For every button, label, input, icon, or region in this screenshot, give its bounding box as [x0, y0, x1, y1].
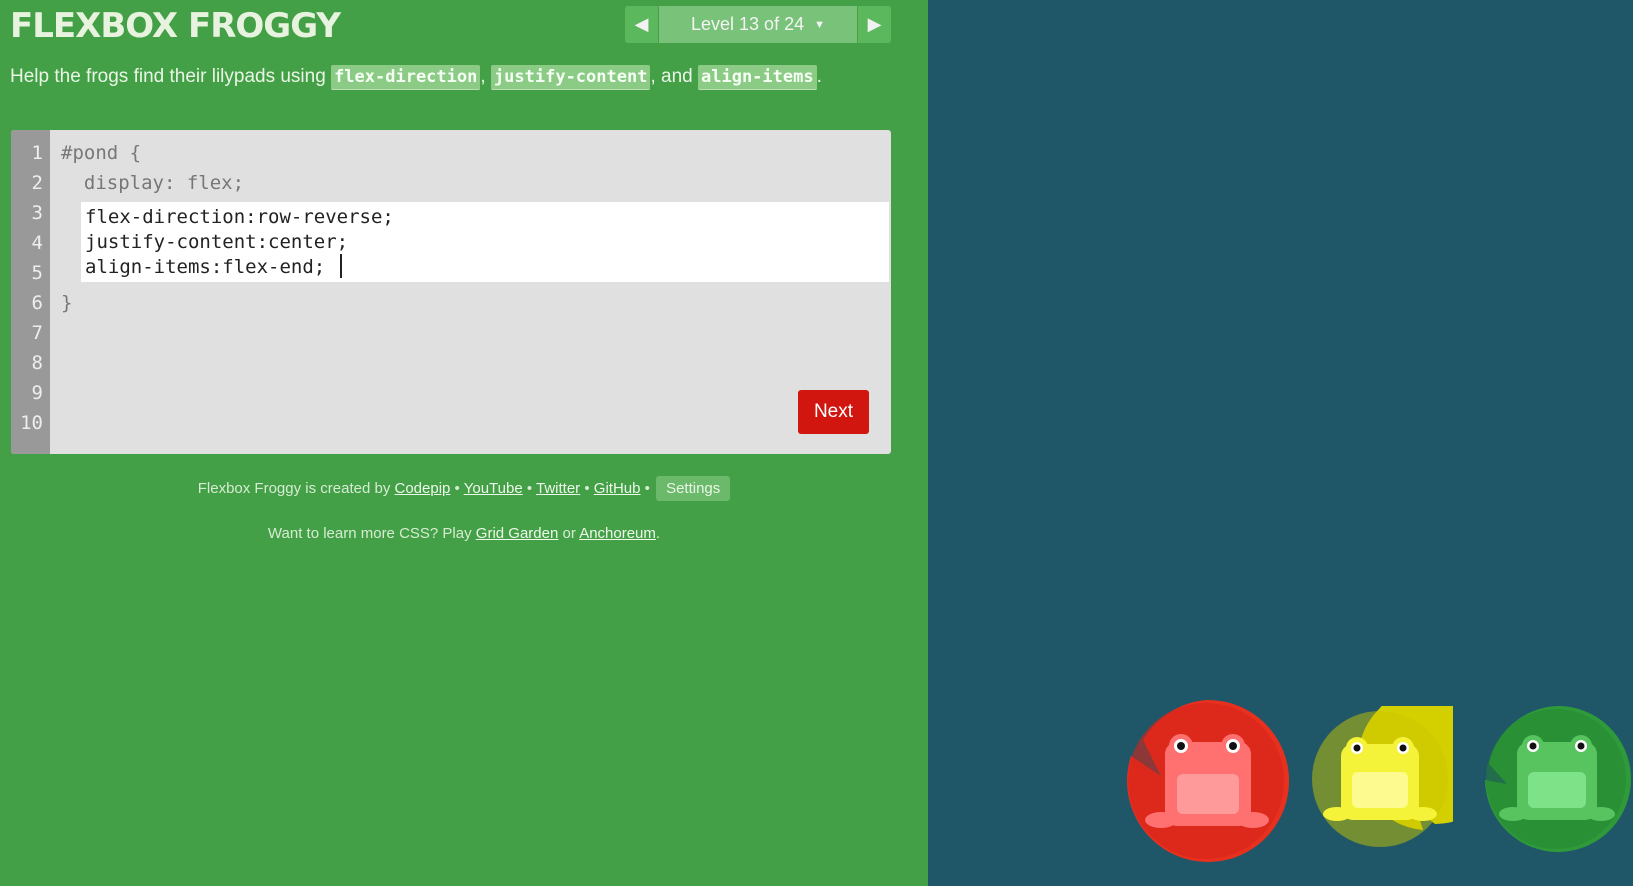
credits-text: Flexbox Froggy is created by: [197, 480, 395, 497]
yellow-frog-on-lilypad: [1312, 706, 1453, 847]
period-text: .: [655, 525, 661, 542]
credits-line: Flexbox Froggy is created by Codepip • Y…: [0, 476, 928, 501]
previous-level-button[interactable]: ◀: [625, 6, 659, 43]
next-button[interactable]: Next: [798, 390, 869, 434]
line-number-gutter: 1 2 3 4 5 6 7 8 9 10: [11, 130, 50, 454]
pond: [928, 0, 1633, 886]
link-twitter[interactable]: Twitter: [536, 480, 580, 497]
instructions-separator: , and: [650, 66, 698, 87]
css-code-input[interactable]: flex-direction:row-reverse; justify-cont…: [81, 202, 889, 282]
bullet-separator: •: [450, 480, 464, 497]
red-frog-on-lilypad: [1127, 699, 1289, 862]
or-text: or: [558, 525, 580, 542]
instructions-separator: ,: [480, 66, 491, 87]
line-number: 5: [31, 262, 43, 284]
input-line: align-items:flex-end;: [85, 256, 326, 278]
green-frog-on-lilypad: [1485, 705, 1631, 852]
link-anchoreum[interactable]: Anchoreum: [579, 525, 656, 542]
instructions-suffix: .: [816, 66, 822, 87]
triangle-left-icon: ◀: [634, 14, 649, 34]
level-instructions: Help the frogs find their lilypads using…: [10, 65, 822, 90]
level-dropdown[interactable]: Level 13 of 24 ▼: [659, 6, 857, 43]
line-number: 7: [31, 322, 43, 344]
bullet-separator: •: [522, 480, 536, 497]
property-justify-content: justify-content: [490, 65, 651, 90]
line-number: 1: [31, 142, 43, 164]
settings-button[interactable]: Settings: [656, 476, 731, 501]
link-codepip[interactable]: Codepip: [395, 480, 451, 497]
link-github[interactable]: GitHub: [594, 480, 641, 497]
level-navigator: ◀ Level 13 of 24 ▼ ▶: [625, 6, 891, 43]
link-grid-garden[interactable]: Grid Garden: [476, 525, 559, 542]
line-number: 8: [31, 352, 43, 374]
line-number: 6: [31, 292, 43, 314]
property-flex-direction: flex-direction: [331, 65, 481, 90]
input-line: flex-direction:row-reverse;: [85, 206, 394, 228]
line-number: 4: [31, 232, 43, 254]
instructions-text: Help the frogs find their lilypads using: [10, 66, 332, 87]
app-logo: FLEXBOX FROGGY: [10, 6, 341, 46]
triangle-right-icon: ▶: [867, 14, 882, 34]
bullet-separator: •: [640, 480, 655, 497]
line-number: 2: [31, 172, 43, 194]
more-games-line: Want to learn more CSS? Play Grid Garden…: [0, 525, 928, 542]
level-label: Level 13 of 24: [691, 14, 805, 34]
next-level-arrow-button[interactable]: ▶: [857, 6, 891, 43]
caret-down-icon: ▼: [814, 18, 825, 31]
input-line: justify-content:center;: [85, 231, 349, 253]
text-cursor: [340, 254, 342, 278]
bullet-separator: •: [580, 480, 594, 497]
more-games-text: Want to learn more CSS? Play: [267, 525, 476, 542]
property-align-items: align-items: [698, 65, 817, 90]
sidebar: FLEXBOX FROGGY ◀ Level 13 of 24 ▼ ▶ Help…: [0, 0, 928, 886]
line-number: 9: [31, 382, 43, 404]
line-number: 3: [31, 202, 43, 224]
code-line-display: display: flex;: [61, 172, 245, 194]
line-number: 10: [20, 412, 43, 434]
code-line-closing-brace: }: [61, 292, 73, 314]
code-line-selector: #pond {: [61, 142, 142, 164]
link-youtube[interactable]: YouTube: [464, 480, 523, 497]
css-editor: 1 2 3 4 5 6 7 8 9 10 #pond { display: fl…: [11, 130, 891, 454]
